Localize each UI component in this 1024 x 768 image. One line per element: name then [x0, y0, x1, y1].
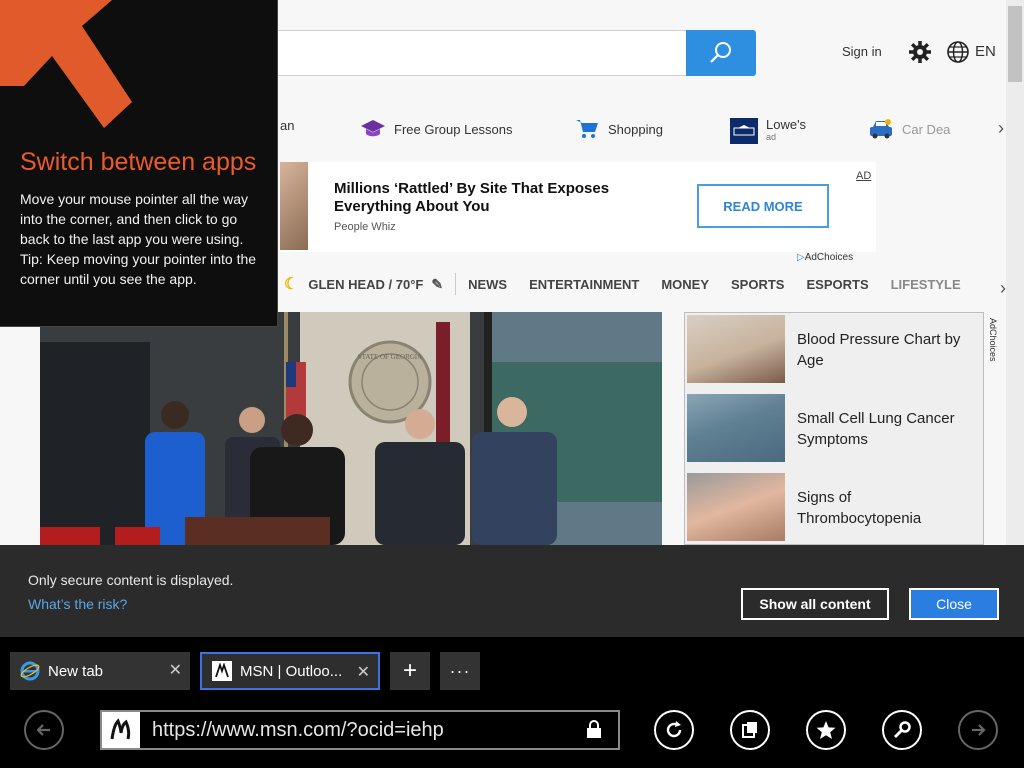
ad-title[interactable]: Millions ‘Rattled’ By Site That Exposes …: [334, 180, 664, 216]
nav-news[interactable]: NEWS: [468, 277, 507, 292]
quicklink-label: Shopping: [608, 121, 663, 137]
sidebar-thumbnail: [687, 315, 785, 383]
quicklink-lowes[interactable]: Lowe's ad: [730, 118, 806, 144]
switch-apps-instructions: Move your mouse pointer all the way into…: [20, 191, 248, 247]
msn-favicon: [212, 661, 232, 681]
sidebar-item-label: Small Cell Lung Cancer Symptoms: [797, 410, 955, 448]
tab-msn[interactable]: MSN | Outloo... ✕: [200, 652, 380, 690]
ad-read-more-button[interactable]: READ MORE: [697, 184, 829, 228]
language-selector[interactable]: EN: [975, 43, 996, 60]
seal-text: STATE OF GEORGIA: [358, 353, 422, 361]
sign-in-link[interactable]: Sign in: [842, 44, 882, 59]
quicklink-car-deals[interactable]: Car Dea: [868, 118, 950, 140]
search-input[interactable]: [270, 30, 686, 76]
quicklink-free-group-lessons[interactable]: Free Group Lessons: [360, 118, 513, 140]
plus-icon: +: [402, 657, 417, 684]
quicklink-label: Lowe's: [766, 117, 807, 132]
nav-money[interactable]: MONEY: [661, 277, 709, 292]
ad-source: People Whiz: [334, 221, 396, 233]
ad-image: [280, 162, 308, 250]
arrow-right-icon: [972, 724, 986, 736]
site-favicon: [102, 712, 140, 748]
wrench-icon: [893, 721, 911, 739]
tabs-button[interactable]: [730, 710, 770, 750]
quicklink-shopping[interactable]: Shopping: [574, 118, 663, 140]
switch-apps-title: Switch between apps: [20, 148, 257, 176]
corner-arrow-icon: [0, 0, 132, 128]
lock-icon[interactable]: [585, 719, 603, 739]
favorites-button[interactable]: [806, 710, 846, 750]
ie-logo-icon: [20, 661, 40, 681]
sidebar-thumbnail: [687, 394, 785, 462]
nav-divider: [455, 273, 457, 295]
whats-the-risk-link[interactable]: What’s the risk?: [28, 596, 127, 612]
nav-entertainment[interactable]: ENTERTAINMENT: [529, 277, 639, 292]
globe-icon[interactable]: [946, 40, 970, 64]
url-text[interactable]: https://www.msn.com/?ocid=iehp: [152, 719, 444, 742]
quicklink-label: an: [280, 118, 295, 133]
pencil-icon[interactable]: ✎: [431, 276, 443, 293]
sidebar-item-blood-pressure[interactable]: Blood Pressure Chart by Age: [687, 315, 983, 387]
quicklink-label: Car Dea: [902, 121, 951, 137]
tab-new-tab[interactable]: New tab ✕: [10, 652, 190, 690]
adchoices-label: AdChoices: [804, 252, 854, 263]
tab-title: MSN | Outloo...: [240, 662, 343, 680]
adchoices-icon: ▷: [797, 252, 805, 263]
search-button[interactable]: [686, 30, 756, 76]
refresh-icon: [666, 721, 682, 738]
sidebar-item-lung-cancer[interactable]: Small Cell Lung Cancer Symptoms: [687, 394, 983, 466]
new-tab-button[interactable]: +: [390, 652, 430, 690]
sidebar-thumbnail: [687, 473, 785, 541]
ad-marker: ad: [766, 132, 777, 142]
star-icon: [816, 721, 836, 739]
sidebar-item-label: Signs of Thrombocytopenia: [797, 489, 922, 527]
nav-esports[interactable]: ESPORTS: [806, 277, 868, 292]
nav-next-arrow[interactable]: ›: [1000, 278, 1006, 299]
sidebar-adchoices-link[interactable]: AdChoices: [988, 318, 998, 362]
sidebar-item-label: Blood Pressure Chart by Age: [797, 331, 961, 369]
quicklinks-next-arrow[interactable]: ›: [998, 118, 1004, 139]
page-scrollbar-thumb[interactable]: [1008, 6, 1022, 82]
nav-lifestyle[interactable]: LIFESTYLE: [891, 277, 961, 292]
refresh-button[interactable]: [654, 710, 694, 750]
weather-location[interactable]: GLEN HEAD / 70°F: [308, 277, 423, 292]
search-icon: [710, 42, 731, 63]
close-tab-icon[interactable]: ✕: [357, 662, 370, 682]
switch-apps-body: Move your mouse pointer all the way into…: [20, 189, 260, 289]
moon-icon: ☾: [284, 276, 299, 293]
close-tab-icon[interactable]: ✕: [169, 660, 182, 680]
category-nav: ☾ GLEN HEAD / 70°F ✎ NEWS ENTERTAINMENT …: [284, 270, 1004, 298]
switch-apps-tip-text: Tip: Keep moving your pointer into the c…: [20, 251, 257, 287]
ad-label[interactable]: AD: [856, 170, 871, 182]
lowes-logo: [730, 118, 758, 144]
car-icon: [868, 118, 894, 140]
adchoices-link[interactable]: ▷AdChoices: [797, 252, 853, 263]
notification-message: Only secure content is displayed.: [28, 572, 234, 588]
forward-button[interactable]: [958, 710, 998, 750]
close-notification-button[interactable]: Close: [909, 588, 999, 620]
sidebar-item-thrombocytopenia[interactable]: Signs of Thrombocytopenia: [687, 473, 983, 545]
page-tools-button[interactable]: [882, 710, 922, 750]
tabs-icon: [742, 722, 757, 738]
nav-sports[interactable]: SPORTS: [731, 277, 784, 292]
quicklink-label: Free Group Lessons: [394, 121, 513, 137]
more-icon: ···: [449, 660, 471, 681]
tab-tools-button[interactable]: ···: [440, 652, 480, 690]
sponsored-sidebar: Blood Pressure Chart by Age Small Cell L…: [684, 312, 984, 545]
gear-icon[interactable]: [908, 40, 932, 64]
tab-title: New tab: [48, 662, 104, 680]
graduation-cap-icon: [360, 118, 386, 140]
hero-news-image[interactable]: STATE OF GEORGIA: [40, 312, 662, 545]
arrow-left-icon: [36, 724, 50, 736]
quicklink-partial[interactable]: an: [280, 118, 294, 133]
shopping-cart-icon: [574, 118, 600, 140]
back-button[interactable]: [24, 710, 64, 750]
show-all-content-button[interactable]: Show all content: [741, 588, 889, 620]
